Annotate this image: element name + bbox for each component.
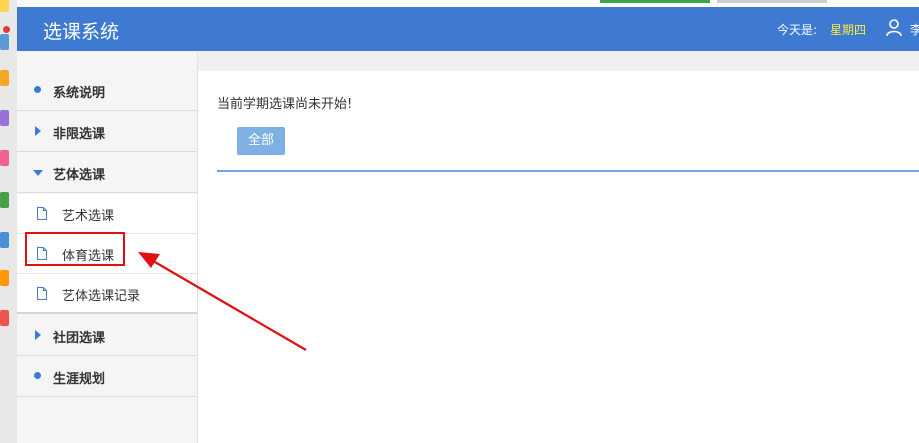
user-name[interactable]: 李 xyxy=(910,21,919,38)
sidebar-item-arts-sports[interactable]: 艺体选课 xyxy=(17,153,197,193)
status-notice: 当前学期选课尚未开始! xyxy=(217,97,353,112)
app-icon[interactable] xyxy=(0,70,9,86)
sidebar-item-label: 艺体选课 xyxy=(53,168,106,183)
app-title: 选课系统 xyxy=(43,21,120,43)
highlight-box xyxy=(25,232,125,266)
app-icon[interactable] xyxy=(0,310,9,326)
subnav-item-label: 艺术选课 xyxy=(62,209,115,224)
green-button-edge[interactable] xyxy=(600,0,710,3)
user-icon[interactable] xyxy=(886,19,902,37)
sidebar-item-label: 生涯规划 xyxy=(53,372,106,387)
document-icon xyxy=(37,207,47,220)
caret-right-icon xyxy=(35,126,41,136)
document-icon xyxy=(37,287,47,300)
sidebar-item-label: 非限选课 xyxy=(53,127,106,142)
browser-top-edge xyxy=(17,0,919,7)
sidebar-item-clubs[interactable]: 社团选课 xyxy=(17,316,197,356)
sidebar-item-career[interactable]: 生涯规划 xyxy=(17,357,197,397)
gray-button-edge[interactable] xyxy=(717,0,827,3)
app-header: 选课系统 今天是: 星期四 李 xyxy=(17,7,919,51)
app-icon[interactable] xyxy=(0,150,9,166)
notification-dot xyxy=(3,26,10,33)
desktop-icon-strip xyxy=(0,0,18,443)
today-label: 今天是: xyxy=(777,23,818,37)
subnav-item-arts-sports-record[interactable]: 艺体选课记录 xyxy=(17,274,197,314)
caret-right-icon xyxy=(35,330,41,340)
subnav-item-art[interactable]: 艺术选课 xyxy=(17,194,197,234)
sidebar-item-label: 社团选课 xyxy=(53,331,106,346)
app-icon[interactable] xyxy=(0,110,9,126)
weekday-text: 星期四 xyxy=(830,23,867,37)
caret-down-icon xyxy=(33,170,43,176)
sidebar: 系统说明 非限选课 艺体选课 艺术选课 体育选课 艺体选课记录 社团选课 生涯规… xyxy=(17,51,198,443)
sidebar-item-label: 系统说明 xyxy=(53,86,106,101)
app-icon[interactable] xyxy=(0,192,9,208)
app-icon[interactable] xyxy=(0,0,9,12)
sidebar-item-elective[interactable]: 非限选课 xyxy=(17,112,197,152)
sidebar-item-system-info[interactable]: 系统说明 xyxy=(17,71,197,111)
app-icon[interactable] xyxy=(0,270,9,286)
app-icon[interactable] xyxy=(0,34,9,50)
app-icon[interactable] xyxy=(0,232,9,248)
all-filter-button[interactable]: 全部 xyxy=(237,127,285,155)
bullet-icon xyxy=(34,86,41,93)
subnav-item-label: 艺体选课记录 xyxy=(62,289,141,304)
main-content: 当前学期选课尚未开始! 全部 xyxy=(198,71,919,443)
bullet-icon xyxy=(34,372,41,379)
content-divider xyxy=(217,170,919,172)
